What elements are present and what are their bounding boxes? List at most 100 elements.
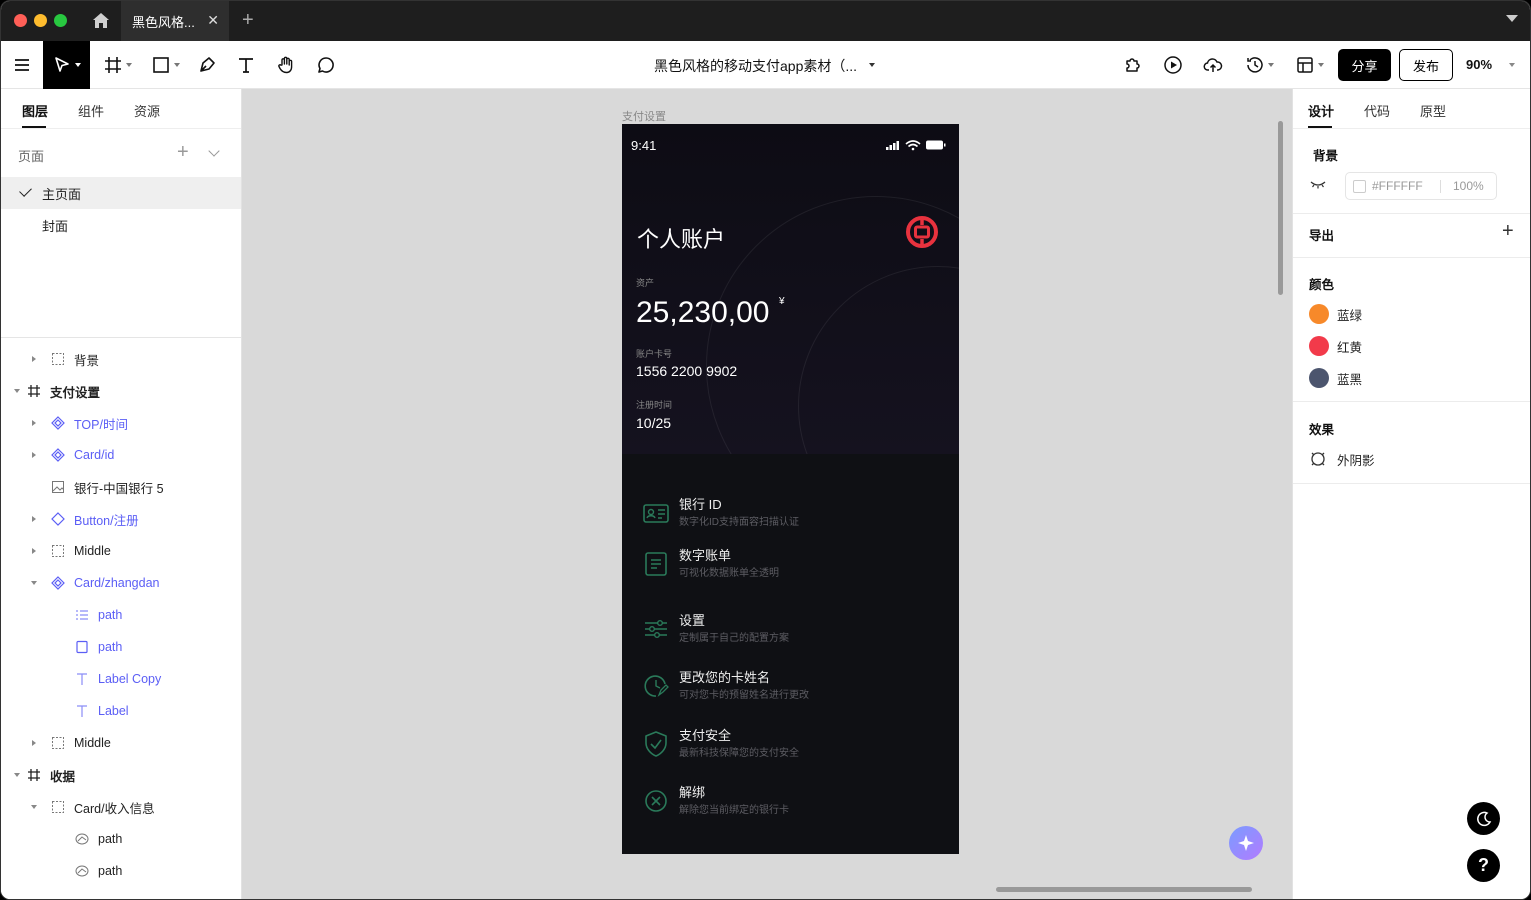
chevron-down-icon[interactable] xyxy=(1509,63,1515,67)
layer-row[interactable]: 支付设置 xyxy=(1,375,241,407)
text-tool-button[interactable] xyxy=(233,41,259,89)
plugins-button[interactable] xyxy=(1121,41,1145,89)
expand-icon[interactable] xyxy=(32,516,36,522)
tab-code[interactable]: 代码 xyxy=(1364,101,1390,120)
group-icon xyxy=(52,737,64,749)
color-style-item[interactable]: 蓝绿 xyxy=(1309,303,1362,325)
layer-row[interactable]: path xyxy=(1,599,241,631)
eye-closed-icon[interactable] xyxy=(1309,178,1327,190)
expand-icon[interactable] xyxy=(32,356,36,362)
group-icon xyxy=(52,545,64,557)
select-tool-button[interactable] xyxy=(43,41,90,89)
close-window-button[interactable] xyxy=(14,14,27,27)
pen-tool-button[interactable] xyxy=(194,41,220,89)
ai-assistant-button[interactable] xyxy=(1229,826,1263,860)
home-icon[interactable] xyxy=(91,11,111,31)
history-button[interactable] xyxy=(1241,41,1277,89)
menu-item-payment-security[interactable]: 支付安全 最新科技保障您的支付安全 xyxy=(642,725,942,765)
layer-row[interactable]: Card/收入信息 xyxy=(1,791,241,823)
design-canvas[interactable]: 支付设置 9:41 个人账户 资产 25,230,00 ¥ 账户卡号 1556 … xyxy=(242,89,1292,899)
menu-item-unbind[interactable]: 解绑 解除您当前绑定的银行卡 xyxy=(642,782,942,822)
frame-tool-button[interactable] xyxy=(99,41,135,89)
comment-tool-button[interactable] xyxy=(313,41,339,89)
page-item-cover[interactable]: 封面 xyxy=(1,209,241,241)
layer-row[interactable]: 收据 xyxy=(1,759,241,791)
zoom-level[interactable]: 90% xyxy=(1466,57,1492,72)
document-title[interactable]: 黑色风格的移动支付app素材（... xyxy=(654,56,857,76)
tab-layers[interactable]: 图层 xyxy=(22,101,48,120)
collapse-icon[interactable] xyxy=(31,805,37,809)
layout-button[interactable] xyxy=(1291,41,1327,89)
page-item-main[interactable]: 主页面 xyxy=(1,177,241,209)
layer-row[interactable]: TOP/时间 xyxy=(1,407,241,439)
tab-document[interactable]: 黑色风格... ✕ xyxy=(121,1,229,41)
new-tab-button[interactable]: + xyxy=(242,9,254,32)
layer-row[interactable]: path xyxy=(1,823,241,855)
chevron-down-icon xyxy=(75,63,81,67)
background-opacity[interactable]: 100% xyxy=(1453,179,1484,193)
add-export-icon[interactable]: + xyxy=(1502,220,1514,243)
layer-row[interactable]: Label Copy xyxy=(1,663,241,695)
minimize-window-button[interactable] xyxy=(34,14,47,27)
help-button[interactable]: ? xyxy=(1467,849,1500,882)
background-hex[interactable]: #FFFFFF xyxy=(1372,179,1423,193)
collapse-icon[interactable] xyxy=(31,581,37,585)
question-mark-icon: ? xyxy=(1478,855,1489,875)
layer-row[interactable]: Middle xyxy=(1,535,241,567)
layer-row[interactable]: Button/注册 xyxy=(1,503,241,535)
color-name: 蓝绿 xyxy=(1337,308,1363,323)
menu-item-title: 设置 xyxy=(679,613,706,628)
layer-row[interactable]: 背景 xyxy=(1,343,241,375)
expand-icon[interactable] xyxy=(32,548,36,554)
menu-item-settings[interactable]: 设置 定制属于自己的配置方案 xyxy=(642,610,942,650)
share-button[interactable]: 分享 xyxy=(1338,49,1391,81)
expand-icon[interactable] xyxy=(32,452,36,458)
tab-assets[interactable]: 资源 xyxy=(134,101,160,120)
tab-menu-chevron-icon[interactable] xyxy=(1506,15,1518,22)
layer-label: path xyxy=(98,832,123,846)
phone-frame[interactable]: 9:41 个人账户 资产 25,230,00 ¥ 账户卡号 1556 2200 … xyxy=(622,124,959,854)
shape-tool-button[interactable] xyxy=(147,41,183,89)
chevron-down-icon[interactable] xyxy=(869,63,875,67)
add-page-icon[interactable]: + xyxy=(177,141,189,164)
register-date: 10/25 xyxy=(636,415,672,431)
expand-icon[interactable] xyxy=(32,420,36,426)
main-menu-button[interactable] xyxy=(1,41,43,89)
background-swatch[interactable] xyxy=(1353,180,1366,193)
upload-button[interactable] xyxy=(1201,41,1225,89)
menu-item-digital-bill[interactable]: 数字账单 可视化数据账单全透明 xyxy=(642,545,942,585)
layer-row[interactable]: Card/id xyxy=(1,439,241,471)
color-style-item[interactable]: 蓝黑 xyxy=(1309,367,1362,389)
maximize-window-button[interactable] xyxy=(54,14,67,27)
collapse-icon[interactable] xyxy=(14,389,20,393)
card-number: 1556 2200 9902 xyxy=(636,363,738,379)
layer-row[interactable]: Card/zhangdan xyxy=(1,567,241,599)
tab-components[interactable]: 组件 xyxy=(78,101,104,120)
preview-button[interactable] xyxy=(1161,41,1185,89)
hand-tool-button[interactable] xyxy=(273,41,299,89)
frame-label[interactable]: 支付设置 xyxy=(622,108,666,124)
color-style-item[interactable]: 红黄 xyxy=(1309,335,1362,357)
vertical-scrollbar[interactable] xyxy=(1278,121,1283,295)
horizontal-scrollbar[interactable] xyxy=(996,887,1252,892)
layer-row[interactable]: 银行-中国银行 5 xyxy=(1,471,241,503)
collapse-pages-chevron-icon[interactable] xyxy=(208,145,220,157)
collapse-icon[interactable] xyxy=(14,773,20,777)
effect-name: 外阴影 xyxy=(1337,453,1375,468)
account-title: 个人账户 xyxy=(637,227,726,252)
layer-row[interactable]: Label xyxy=(1,695,241,727)
layer-row[interactable]: Middle xyxy=(1,727,241,759)
layer-row[interactable]: path xyxy=(1,631,241,663)
layer-row[interactable]: path xyxy=(1,855,241,887)
menu-item-bank-id[interactable]: 银行 ID 数字化ID支持面容扫描认证 xyxy=(642,494,942,534)
tab-prototype[interactable]: 原型 xyxy=(1420,101,1446,120)
expand-icon[interactable] xyxy=(32,740,36,746)
theme-toggle-button[interactable] xyxy=(1467,802,1500,835)
tab-close-icon[interactable]: ✕ xyxy=(207,12,219,29)
background-color-field[interactable]: #FFFFFF 100% xyxy=(1345,172,1497,200)
tab-design[interactable]: 设计 xyxy=(1308,101,1334,120)
drop-shadow-icon xyxy=(1311,452,1325,466)
publish-button[interactable]: 发布 xyxy=(1399,49,1453,81)
menu-item-change-card-name[interactable]: 更改您的卡姓名 可对您卡的预留姓名进行更改 xyxy=(642,667,942,707)
effect-style-item[interactable]: 外阴影 xyxy=(1309,448,1375,470)
